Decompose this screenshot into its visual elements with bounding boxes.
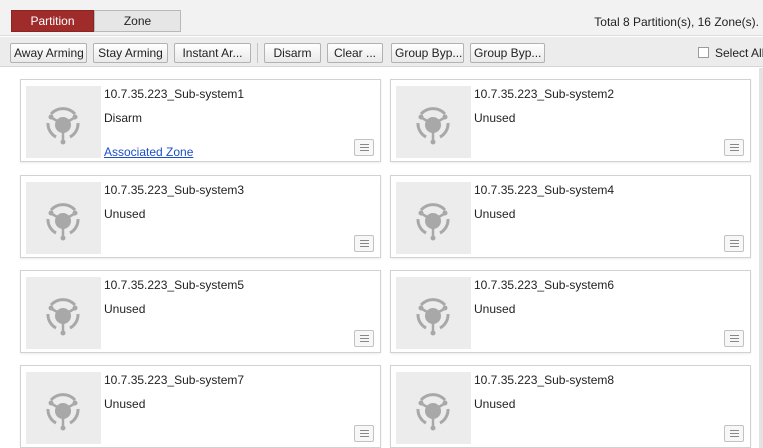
toolbar-separator <box>257 43 258 63</box>
select-all-label: Select All <box>715 46 763 60</box>
partition-name: 10.7.35.223_Sub-system6 <box>474 278 615 292</box>
partition-thumbnail <box>26 86 101 158</box>
group-bypass-button[interactable]: Group Byp... <box>391 43 464 63</box>
partition-subsystem-icon <box>416 298 450 336</box>
partition-status: Unused <box>474 207 516 221</box>
partition-name: 10.7.35.223_Sub-system4 <box>474 183 615 197</box>
associated-zone-link[interactable]: Associated Zone <box>104 145 193 159</box>
partition-menu-button[interactable] <box>724 330 744 347</box>
partition-menu-button[interactable] <box>354 235 374 252</box>
toolbar: Away Arming Stay Arming Instant Ar... Di… <box>0 37 763 67</box>
partition-menu-button[interactable] <box>724 235 744 252</box>
partition-status: Unused <box>474 397 516 411</box>
partition-name: 10.7.35.223_Sub-system2 <box>474 87 615 101</box>
partition-status: Unused <box>474 302 516 316</box>
partition-name: 10.7.35.223_Sub-system1 <box>104 87 245 101</box>
partition-card[interactable]: 10.7.35.223_Sub-system1 Disarm Associate… <box>20 79 381 162</box>
partition-menu-button[interactable] <box>354 330 374 347</box>
partition-thumbnail <box>26 182 101 254</box>
partition-menu-button[interactable] <box>354 425 374 442</box>
partition-thumbnail <box>396 372 471 444</box>
partition-subsystem-icon <box>416 107 450 145</box>
partition-card[interactable]: 10.7.35.223_Sub-system3 Unused <box>20 175 381 258</box>
partition-zone-summary: Total 8 Partition(s), 16 Zone(s). <box>594 15 759 29</box>
partition-status: Unused <box>474 111 516 125</box>
partition-subsystem-icon <box>416 393 450 431</box>
partition-card[interactable]: 10.7.35.223_Sub-system4 Unused <box>390 175 751 258</box>
disarm-button[interactable]: Disarm <box>264 43 321 63</box>
partition-name: 10.7.35.223_Sub-system3 <box>104 183 245 197</box>
partition-status: Disarm <box>104 111 142 125</box>
partition-subsystem-icon <box>46 107 80 145</box>
select-all-checkbox[interactable] <box>698 47 709 58</box>
stay-arming-button[interactable]: Stay Arming <box>93 43 168 63</box>
partition-subsystem-icon <box>416 203 450 241</box>
partition-thumbnail <box>26 277 101 349</box>
partition-menu-button[interactable] <box>724 425 744 442</box>
partition-card[interactable]: 10.7.35.223_Sub-system2 Unused <box>390 79 751 162</box>
partition-name: 10.7.35.223_Sub-system8 <box>474 373 615 387</box>
partition-name: 10.7.35.223_Sub-system5 <box>104 278 245 292</box>
tab-zone[interactable]: Zone <box>94 10 181 32</box>
partition-thumbnail <box>396 182 471 254</box>
top-bar: Partition Zone Total 8 Partition(s), 16 … <box>0 0 763 36</box>
partition-card[interactable]: 10.7.35.223_Sub-system5 Unused <box>20 270 381 353</box>
partition-subsystem-icon <box>46 393 80 431</box>
partition-status: Unused <box>104 207 146 221</box>
away-arming-button[interactable]: Away Arming <box>10 43 87 63</box>
group-bypass-recovery-button[interactable]: Group Byp... <box>470 43 545 63</box>
clear-alarm-button[interactable]: Clear ... <box>327 43 383 63</box>
partition-card[interactable]: 10.7.35.223_Sub-system8 Unused <box>390 365 751 448</box>
tab-partition[interactable]: Partition <box>11 10 94 32</box>
partition-name: 10.7.35.223_Sub-system7 <box>104 373 245 387</box>
partition-card[interactable]: 10.7.35.223_Sub-system6 Unused <box>390 270 751 353</box>
partition-status: Unused <box>104 302 146 316</box>
partition-subsystem-icon <box>46 203 80 241</box>
vertical-scrollbar[interactable] <box>759 68 763 448</box>
partition-menu-button[interactable] <box>354 139 374 156</box>
partition-thumbnail <box>396 86 471 158</box>
partition-subsystem-icon <box>46 298 80 336</box>
partition-status: Unused <box>104 397 146 411</box>
instant-arming-button[interactable]: Instant Ar... <box>174 43 251 63</box>
partition-thumbnail <box>396 277 471 349</box>
partition-grid: 10.7.35.223_Sub-system1 Disarm Associate… <box>0 68 763 448</box>
partition-card[interactable]: 10.7.35.223_Sub-system7 Unused <box>20 365 381 448</box>
partition-thumbnail <box>26 372 101 444</box>
partition-menu-button[interactable] <box>724 139 744 156</box>
